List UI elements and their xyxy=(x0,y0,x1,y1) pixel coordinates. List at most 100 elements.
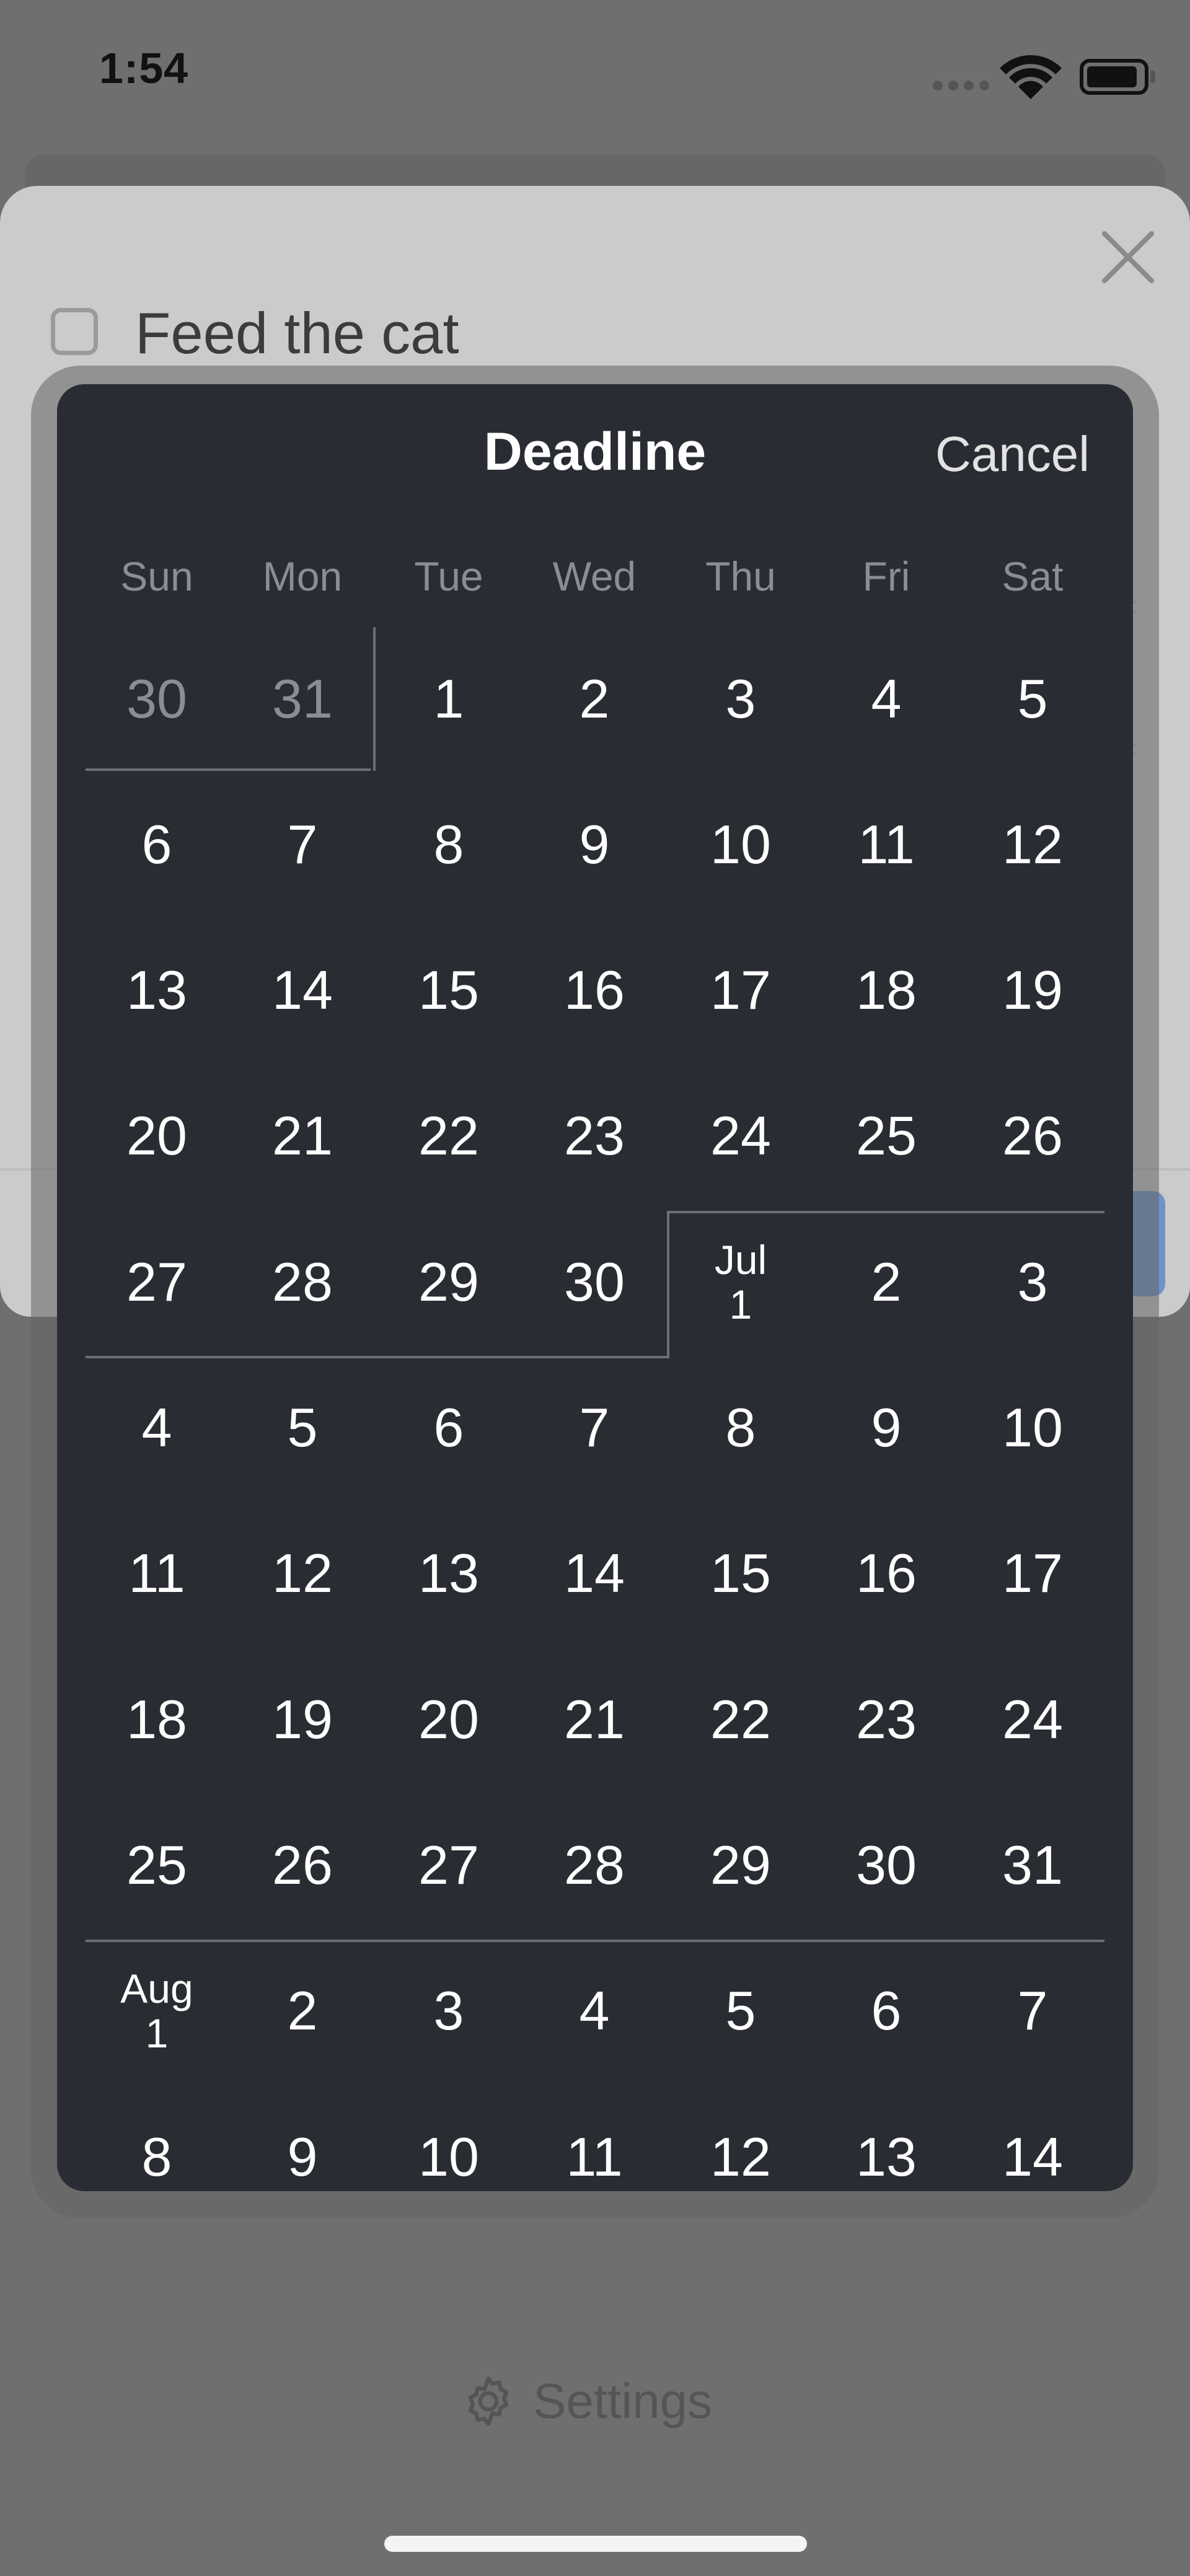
calendar-day[interactable]: 15 xyxy=(668,1501,814,1646)
calendar-day[interactable]: 6 xyxy=(376,1355,522,1501)
month-boundary xyxy=(667,1211,669,1358)
calendar-day[interactable]: 19 xyxy=(959,918,1106,1063)
month-boundary xyxy=(86,768,371,771)
calendar-day[interactable]: 16 xyxy=(813,1501,959,1646)
calendar-day[interactable]: 25 xyxy=(813,1063,959,1209)
calendar-day[interactable]: 1 xyxy=(376,626,522,771)
calendar-day[interactable]: 27 xyxy=(84,1209,230,1355)
calendar-day[interactable]: 14 xyxy=(959,2084,1106,2191)
calendar-day[interactable]: Jul 1 xyxy=(668,1209,814,1355)
calendar-day[interactable]: 14 xyxy=(521,1501,668,1646)
calendar-day[interactable]: 9 xyxy=(229,2084,376,2191)
calendar-day[interactable]: Aug 1 xyxy=(84,1938,230,2084)
calendar-day[interactable]: 2 xyxy=(229,1938,376,2084)
gear-icon xyxy=(468,2376,509,2426)
calendar-day[interactable]: 28 xyxy=(521,1792,668,1938)
calendar-day[interactable]: 14 xyxy=(229,918,376,1063)
calendar-day[interactable]: 24 xyxy=(959,1646,1106,1792)
calendar-day[interactable]: 7 xyxy=(959,1938,1106,2084)
calendar-day[interactable]: 27 xyxy=(376,1792,522,1938)
calendar-day[interactable]: 11 xyxy=(521,2084,668,2191)
calendar-day[interactable]: 12 xyxy=(668,2084,814,2191)
calendar-day[interactable]: 4 xyxy=(84,1355,230,1501)
calendar-day[interactable]: 3 xyxy=(959,1209,1106,1355)
calendar-day[interactable]: 20 xyxy=(84,1063,230,1209)
calendar-day[interactable]: 23 xyxy=(521,1063,668,1209)
calendar-day[interactable]: 26 xyxy=(229,1792,376,1938)
calendar-day[interactable]: 20 xyxy=(376,1646,522,1792)
calendar-day[interactable]: 23 xyxy=(813,1646,959,1792)
calendar-day[interactable]: 24 xyxy=(668,1063,814,1209)
month-boundary xyxy=(86,1940,1104,1942)
calendar-day[interactable]: 25 xyxy=(84,1792,230,1938)
calendar-day[interactable]: 30 xyxy=(521,1209,668,1355)
task-checkbox[interactable] xyxy=(51,308,98,355)
calendar-day[interactable]: 8 xyxy=(668,1355,814,1501)
calendar-day[interactable]: 16 xyxy=(521,918,668,1063)
month-label: Aug xyxy=(120,1966,193,2012)
calendar-day[interactable]: 4 xyxy=(521,1938,668,2084)
calendar-day[interactable]: 21 xyxy=(521,1646,668,1792)
calendar-day[interactable]: 10 xyxy=(668,771,814,917)
calendar-day[interactable]: 5 xyxy=(229,1355,376,1501)
calendar-day[interactable]: 13 xyxy=(813,2084,959,2191)
calendar-day[interactable]: 7 xyxy=(521,1355,668,1501)
calendar-grid: 30 31 1 2 3 4 5 6 7 8 9 10 11 12 13 14 15 16 17 18 19 20 21 22 2… xyxy=(57,384,1133,2191)
calendar-day[interactable]: 8 xyxy=(84,2084,230,2191)
calendar-day[interactable]: 13 xyxy=(376,1501,522,1646)
calendar-day[interactable]: 10 xyxy=(376,2084,522,2191)
calendar-day[interactable]: 18 xyxy=(813,918,959,1063)
calendar-day[interactable]: 17 xyxy=(668,918,814,1063)
calendar-day[interactable]: 4 xyxy=(813,626,959,771)
calendar-day[interactable]: 10 xyxy=(959,1355,1106,1501)
calendar-day[interactable]: 21 xyxy=(229,1063,376,1209)
month-boundary xyxy=(667,1211,1104,1213)
calendar-day[interactable]: 31 xyxy=(229,626,376,771)
calendar-day[interactable]: 6 xyxy=(813,1938,959,2084)
calendar-day[interactable]: 2 xyxy=(521,626,668,771)
calendar-day[interactable]: 22 xyxy=(376,1063,522,1209)
calendar-day[interactable]: 18 xyxy=(84,1646,230,1792)
calendar-day[interactable]: 19 xyxy=(229,1646,376,1792)
day-number: 1 xyxy=(729,1281,752,1327)
calendar-day[interactable]: 8 xyxy=(376,771,522,917)
signal-icon xyxy=(933,81,989,90)
month-label: Jul xyxy=(714,1236,767,1283)
calendar-day[interactable]: 6 xyxy=(84,771,230,917)
deadline-picker: Deadline Cancel Sun Mon Tue Wed Thu Fri Sat 30… xyxy=(57,384,1133,2191)
calendar-day[interactable]: 30 xyxy=(813,1792,959,1938)
calendar-day[interactable]: 17 xyxy=(959,1501,1106,1646)
calendar-day[interactable]: 12 xyxy=(959,771,1106,917)
calendar-day[interactable]: 7 xyxy=(229,771,376,917)
status-time: 1:54 xyxy=(99,44,189,92)
home-indicator[interactable] xyxy=(384,2536,807,2552)
calendar-day[interactable]: 11 xyxy=(813,771,959,917)
calendar-day[interactable]: 9 xyxy=(813,1355,959,1501)
calendar-day[interactable]: 30 xyxy=(84,626,230,771)
wifi-icon xyxy=(1000,55,1062,99)
calendar-day[interactable]: 3 xyxy=(376,1938,522,2084)
close-icon[interactable] xyxy=(1097,226,1159,288)
settings-link[interactable]: Settings xyxy=(459,2367,712,2435)
task-title[interactable]: Feed the cat xyxy=(135,300,459,367)
calendar-day[interactable]: 26 xyxy=(959,1063,1106,1209)
status-icons xyxy=(933,55,1155,99)
calendar-day[interactable]: 12 xyxy=(229,1501,376,1646)
calendar-day[interactable]: 9 xyxy=(521,771,668,917)
month-boundary xyxy=(373,627,376,771)
calendar-day[interactable]: 2 xyxy=(813,1209,959,1355)
calendar-day[interactable]: 22 xyxy=(668,1646,814,1792)
calendar-day[interactable]: 29 xyxy=(376,1209,522,1355)
calendar-day[interactable]: 28 xyxy=(229,1209,376,1355)
calendar-day[interactable]: 3 xyxy=(668,626,814,771)
calendar-day[interactable]: 31 xyxy=(959,1792,1106,1938)
calendar-day[interactable]: 15 xyxy=(376,918,522,1063)
month-boundary xyxy=(86,1356,668,1358)
calendar-day[interactable]: 13 xyxy=(84,918,230,1063)
calendar-day[interactable]: 29 xyxy=(668,1792,814,1938)
calendar-day[interactable]: 5 xyxy=(959,626,1106,771)
calendar-day[interactable]: 5 xyxy=(668,1938,814,2084)
calendar-day[interactable]: 11 xyxy=(84,1501,230,1646)
day-number: 1 xyxy=(145,2010,169,2057)
battery-icon xyxy=(1080,59,1155,95)
